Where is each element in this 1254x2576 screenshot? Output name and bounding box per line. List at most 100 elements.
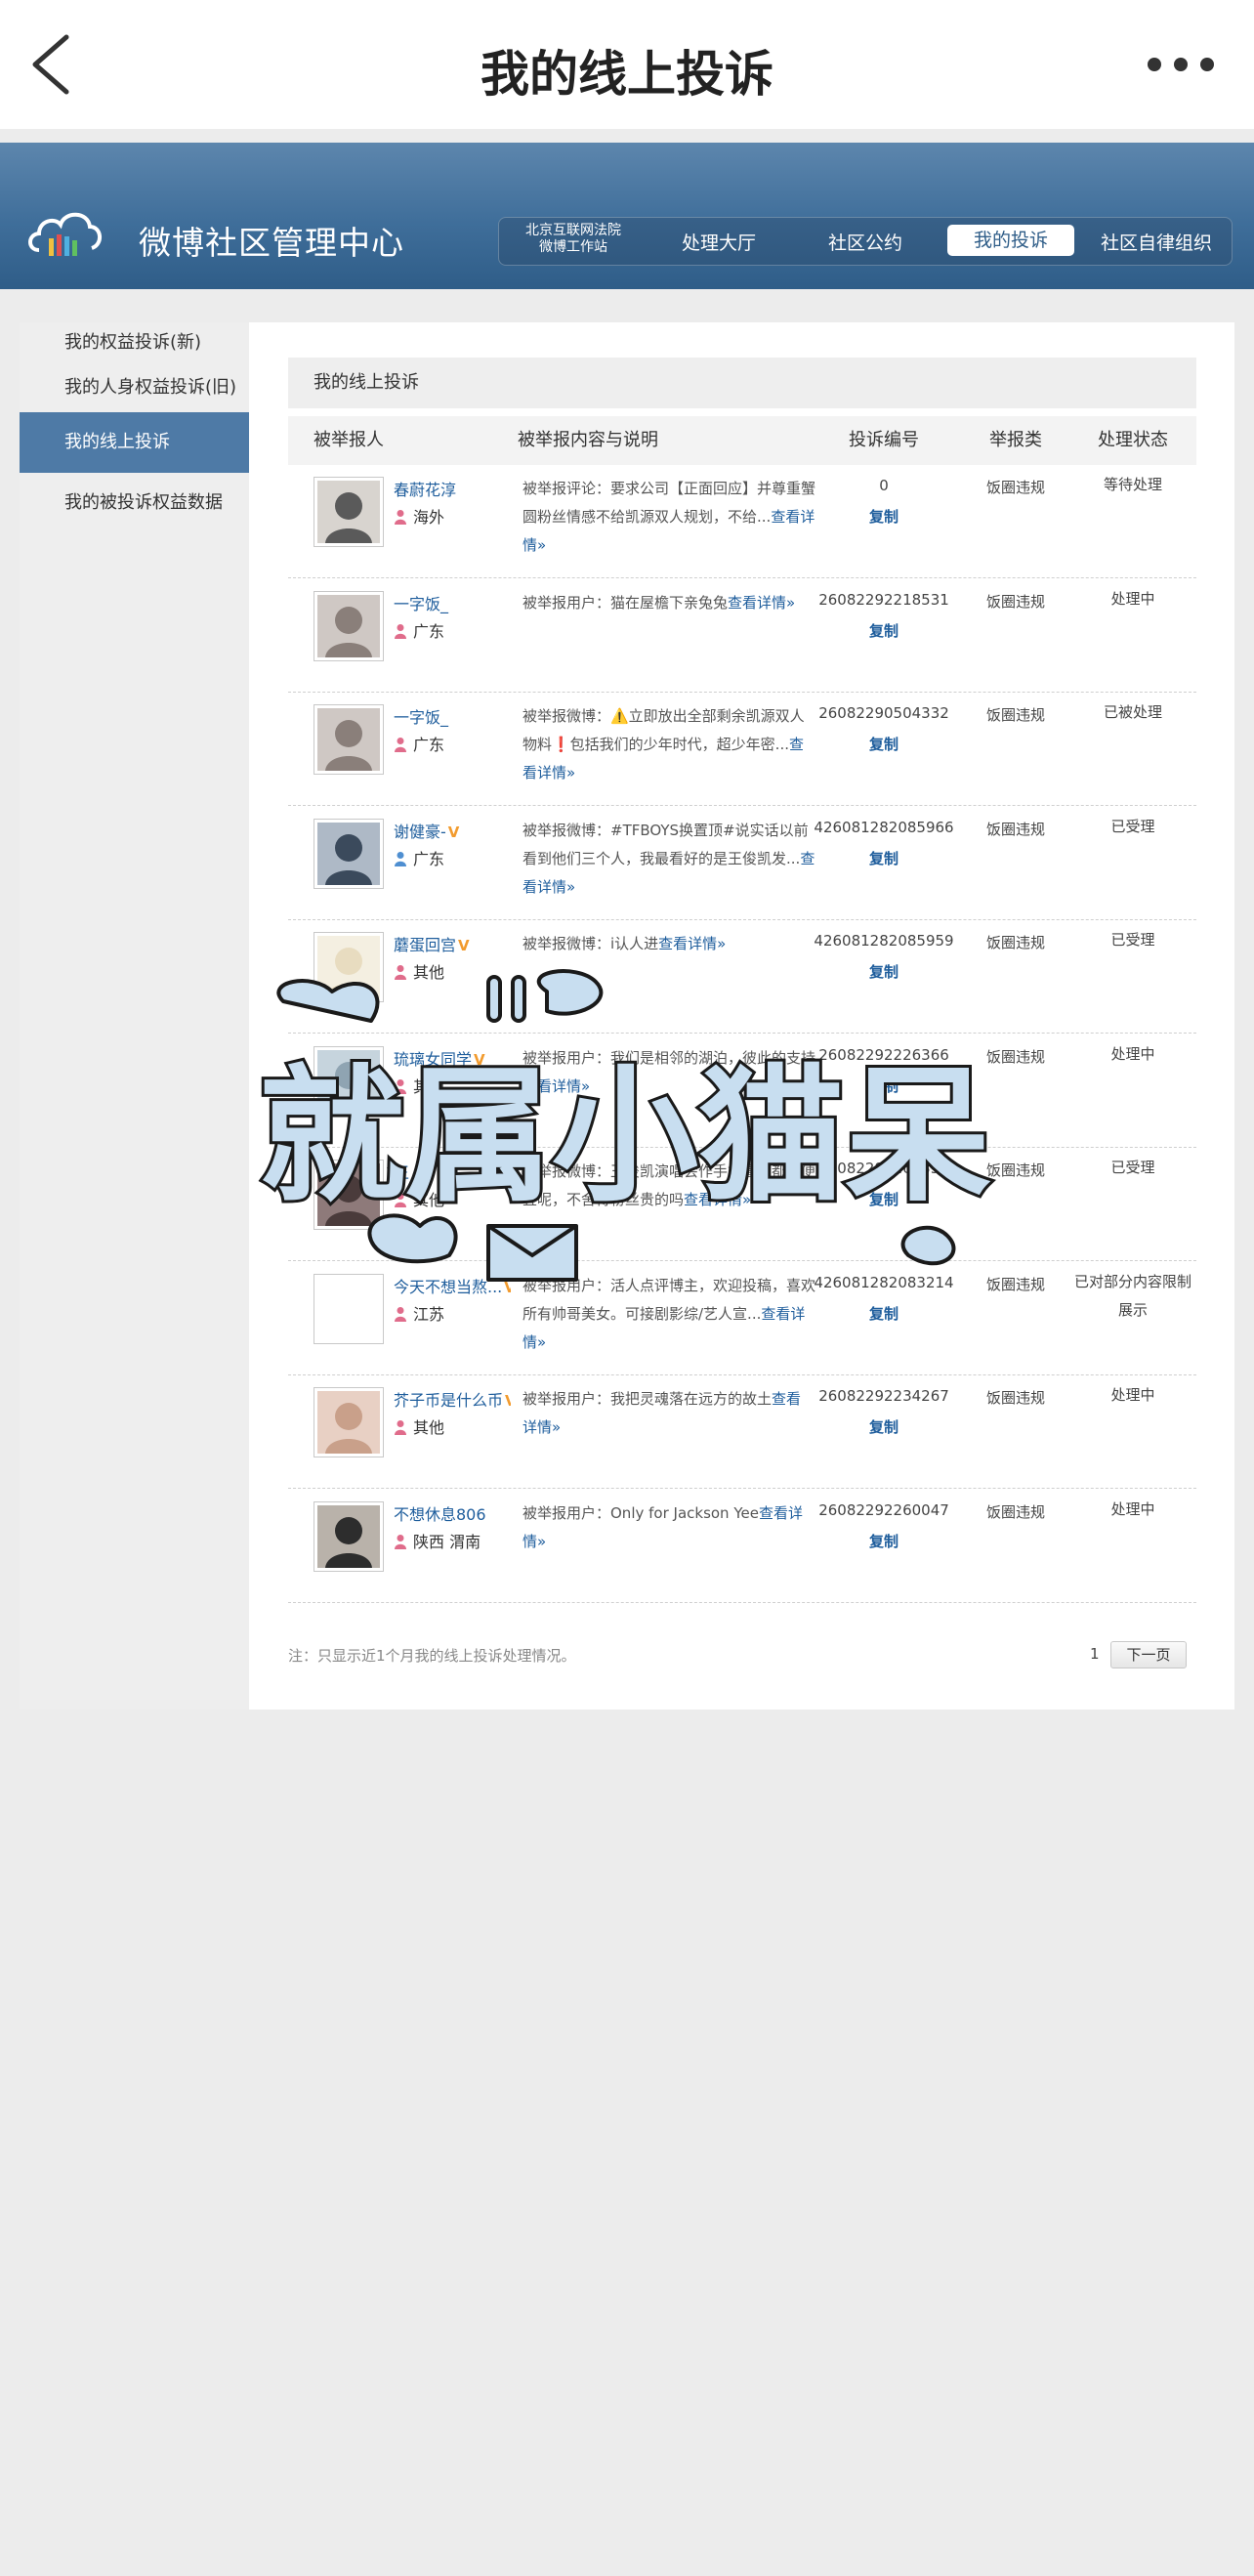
user-location: 广东 [394, 846, 444, 869]
reported-user-name[interactable]: 一字饭_ [394, 704, 511, 728]
report-type: 饭圈违规 [985, 592, 1045, 611]
verified-v-icon: V [458, 937, 470, 954]
avatar-image-icon [317, 481, 380, 543]
status-label: 已受理 [1110, 931, 1155, 949]
nav-processing-hall[interactable]: 处理大厅 [660, 229, 777, 255]
more-options-icon[interactable] [1147, 57, 1215, 72]
cloud-logo-icon [28, 212, 102, 256]
status-label: 已被处理 [1103, 703, 1162, 721]
user-location: 广东 [394, 732, 444, 755]
col-content: 被举报内容与说明 [518, 430, 658, 450]
sidebar-item-online-complaints[interactable]: 我的线上投诉 [20, 412, 249, 473]
status-label: 已对部分内容限制展示 [1074, 1272, 1192, 1319]
sidebar-item-complained-data[interactable]: 我的被投诉权益数据 [20, 488, 249, 514]
complaint-id: 0 [879, 477, 889, 494]
user-location: 陕西 渭南 [394, 1529, 481, 1552]
table-row: 谢健豪- V 广东 被举报微博：#TFBOYS换置顶#说实话以前看到他们三个人，我… [288, 807, 1196, 920]
reported-content: 被举报用户：我把灵魂落在远方的故土查看详情» [522, 1390, 802, 1436]
brand-title: 微博社区管理中心 [139, 224, 404, 262]
male-user-icon [395, 851, 406, 866]
complaint-id: 26082292234267 [818, 1387, 949, 1405]
report-type: 饭圈违规 [985, 706, 1045, 724]
status-label: 等待处理 [1103, 476, 1162, 493]
status-label: 处理中 [1110, 1044, 1155, 1063]
nav-community-convention[interactable]: 社区公约 [807, 229, 924, 255]
reported-content: 被举报微博：#TFBOYS换置顶#说实话以前看到他们三个人，我最看好的是王俊凯发… [522, 821, 815, 896]
community-center-banner: 微博社区管理中心 北京互联网法院 微博工作站 处理大厅 社区公约 我的投诉 社区… [0, 143, 1254, 289]
nav-my-complaints[interactable]: 我的投诉 [947, 225, 1074, 256]
female-user-icon [395, 1306, 406, 1322]
reported-user-name[interactable]: 不想休息806 [394, 1501, 511, 1525]
copy-id-link[interactable]: 复制 [806, 506, 962, 527]
view-details-link[interactable]: 查看详情» [728, 594, 795, 612]
female-user-icon [395, 1420, 406, 1435]
avatar-image-icon [317, 594, 380, 657]
status-label: 处理中 [1110, 589, 1155, 608]
reported-user-name[interactable]: 谢健豪- V [394, 819, 511, 842]
top-navigation-bar: 我的线上投诉 [0, 0, 1254, 129]
copy-id-link[interactable]: 复制 [806, 734, 962, 754]
copy-id-link[interactable]: 复制 [806, 620, 962, 641]
report-type: 饭圈违规 [985, 479, 1045, 496]
user-avatar[interactable] [314, 477, 384, 547]
status-label: 处理中 [1110, 1386, 1155, 1404]
current-page-number: 1 [1090, 1645, 1100, 1663]
sticker-text: 就属小猫呆 [259, 1052, 991, 1222]
nav-beijing-court-line1: 北京互联网法院 [525, 223, 621, 238]
reported-user-name[interactable]: 蘑蛋回宫 V [394, 932, 511, 955]
complaint-id: 26082292218531 [818, 590, 949, 609]
user-location: 其他 [394, 1415, 444, 1438]
reported-content: 被举报评论：要求公司【正面回应】并尊重蟹圆粉丝情感不给凯源双人规划，不给...查… [522, 480, 816, 554]
reported-user-name[interactable]: 芥子币是什么币 V [394, 1387, 511, 1411]
status-label: 已受理 [1110, 817, 1155, 835]
col-report-type: 举报类 [989, 430, 1042, 450]
col-status: 处理状态 [1098, 430, 1168, 450]
user-avatar[interactable] [314, 818, 384, 889]
view-details-link[interactable]: 查看详情» [658, 935, 726, 952]
complaint-id: 26082290504332 [818, 704, 949, 722]
col-complaint-id: 投诉编号 [849, 430, 919, 450]
reported-user-name[interactable]: 一字饭_ [394, 591, 511, 614]
col-reported-user: 被举报人 [314, 430, 384, 450]
sidebar [20, 322, 249, 1710]
copy-id-link[interactable]: 复制 [806, 1303, 962, 1324]
table-row: 一字饭_ 广东 被举报微博：⚠️立即放出全部剩余凯源双人物料❗️包括我们的少年时… [288, 693, 1196, 806]
nav-beijing-court[interactable]: 北京互联网法院 微博工作站 [508, 223, 639, 256]
report-type: 饭圈违规 [985, 1389, 1045, 1407]
complaint-id: 426081282085966 [814, 818, 954, 836]
user-avatar[interactable] [314, 1387, 384, 1457]
table-row: 春蔚花淳 海外 被举报评论：要求公司【正面回应】并尊重蟹圆粉丝情感不给凯源双人规… [288, 465, 1196, 578]
verified-v-icon: V [447, 823, 460, 841]
report-type: 饭圈违规 [985, 820, 1045, 838]
section-title: 我的线上投诉 [288, 358, 1196, 408]
cat-sticker-overlay: 就属小猫呆 [256, 969, 994, 1282]
table-row: 芥子币是什么币 V 其他 被举报用户：我把灵魂落在远方的故土查看详情» 26082… [288, 1375, 1196, 1489]
avatar-image-icon [317, 822, 380, 885]
female-user-icon [395, 1534, 406, 1549]
reported-user-name[interactable]: 春蔚花淳 [394, 477, 511, 500]
report-type: 饭圈违规 [985, 1502, 1045, 1521]
avatar-image-icon [317, 1277, 380, 1340]
report-type: 饭圈违规 [985, 934, 1045, 951]
status-label: 处理中 [1110, 1499, 1155, 1518]
sidebar-item-rights-complaint-new[interactable]: 我的权益投诉(新) [20, 328, 249, 354]
avatar-image-icon [317, 1391, 380, 1454]
female-user-icon [395, 510, 406, 525]
nav-self-regulation[interactable]: 社区自律组织 [1092, 229, 1221, 255]
user-avatar[interactable] [314, 1500, 384, 1572]
user-avatar[interactable] [314, 704, 384, 775]
copy-id-link[interactable]: 复制 [806, 1531, 962, 1551]
table-row: 一字饭_ 广东 被举报用户：猫在屋檐下亲兔兔查看详情» 260822922185… [288, 579, 1196, 693]
next-page-button[interactable]: 下一页 [1110, 1641, 1187, 1668]
complaint-id: 26082292260047 [818, 1500, 949, 1519]
sidebar-item-rights-complaint-old[interactable]: 我的人身权益投诉(旧) [20, 373, 249, 399]
copy-id-link[interactable]: 复制 [806, 1416, 962, 1437]
reported-content: 被举报微博：i认人进查看详情» [522, 935, 727, 952]
avatar-image-icon [317, 1504, 380, 1568]
page-title: 我的线上投诉 [481, 46, 773, 103]
female-user-icon [395, 738, 406, 752]
table-row: 不想休息806 陕西 渭南 被举报用户：Only for Jackson Yee… [288, 1490, 1196, 1603]
copy-id-link[interactable]: 复制 [806, 848, 962, 868]
reported-content: 被举报用户：猫在屋檐下亲兔兔查看详情» [522, 593, 796, 612]
user-avatar[interactable] [314, 590, 384, 661]
